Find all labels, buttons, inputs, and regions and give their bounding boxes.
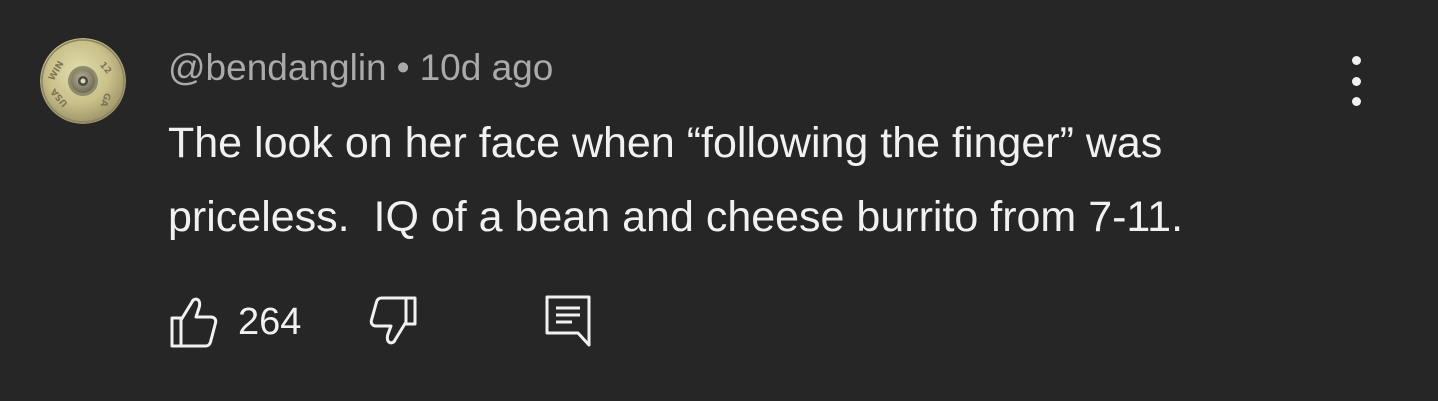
thumbs-up-icon	[170, 297, 218, 348]
like-button[interactable]: 264	[170, 292, 301, 352]
thumbs-down-icon	[369, 296, 417, 345]
meta-separator: •	[396, 47, 410, 88]
comment-thread: WIN 12 GA USA @bendanglin • 10d ago The lo…	[0, 0, 1438, 401]
comment-meta: @bendanglin • 10d ago	[168, 44, 553, 92]
avatar-shell-casing-icon: WIN 12 GA USA	[40, 38, 126, 124]
more-vertical-icon-dot	[1351, 97, 1361, 106]
reply-button[interactable]	[544, 294, 592, 348]
comment-timestamp[interactable]: 10d ago	[420, 47, 554, 88]
more-vertical-icon-dot	[1351, 76, 1361, 86]
like-count: 264	[238, 301, 302, 343]
more-vertical-icon	[1351, 56, 1361, 65]
dislike-button[interactable]	[366, 296, 418, 346]
author-name[interactable]: @bendanglin	[168, 47, 387, 88]
reply-comment-icon	[545, 295, 591, 347]
more-options-button[interactable]	[1336, 56, 1376, 106]
avatar[interactable]: WIN 12 GA USA	[40, 38, 126, 124]
comment-text: The look on her face when “following the…	[168, 119, 1184, 241]
